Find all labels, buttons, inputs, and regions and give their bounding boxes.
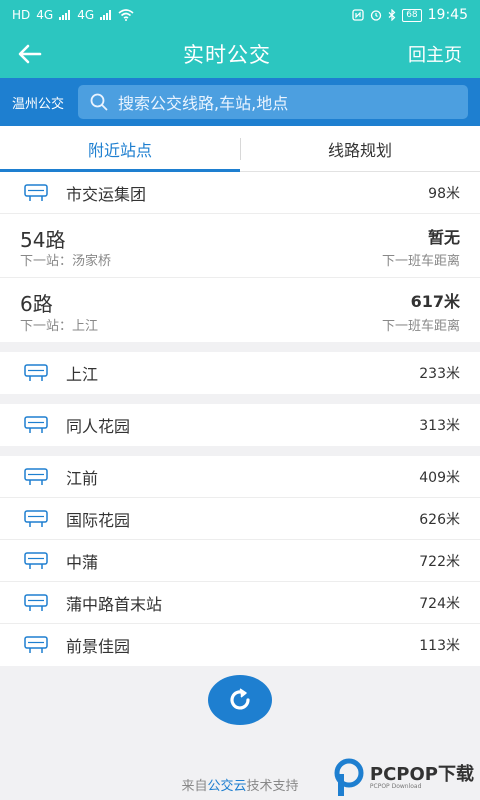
- status-left: HD 4G 4G: [12, 8, 134, 22]
- stop-name: 市交运集团: [66, 184, 147, 204]
- route-item[interactable]: 6路 下一站：上江 617米 下一班车距离: [0, 278, 480, 342]
- watermark-subtext: PCPOP Download: [369, 783, 422, 790]
- battery-icon: 68: [402, 8, 422, 22]
- bus-stop-icon: [24, 509, 48, 527]
- footer-highlight[interactable]: 公交云: [207, 779, 246, 794]
- list-item[interactable]: 国际花园 626米: [0, 498, 480, 540]
- stop-group: 上江 233米: [0, 352, 480, 394]
- tab-nearby-stops[interactable]: 附近站点: [0, 126, 240, 172]
- stop-group: 同人花园 313米: [0, 404, 480, 446]
- search-icon: [90, 93, 108, 111]
- refresh-button[interactable]: [208, 675, 272, 725]
- watermark-text: PCPOP下载: [369, 764, 474, 785]
- list-item[interactable]: 上江 233米: [0, 352, 480, 394]
- search-bar: 温州公交 搜索公交线路,车站,地点: [0, 78, 480, 126]
- network-label: HD: [12, 8, 31, 22]
- bus-stop-icon: [24, 416, 48, 433]
- back-button[interactable]: [18, 40, 46, 68]
- home-button[interactable]: 回主页: [408, 41, 462, 67]
- bus-stop-icon: [24, 551, 48, 569]
- watermark: PCPOP下载 PCPOP Download: [332, 758, 474, 798]
- bluetooth-icon: [388, 9, 396, 21]
- stop-name: 江前: [66, 468, 99, 488]
- stop-name: 蒲中路首末站: [66, 594, 163, 614]
- list-item[interactable]: 江前 409米: [0, 456, 480, 498]
- signal-icon: [59, 10, 71, 20]
- route-item[interactable]: 54路 下一站：汤家桥 暂无 下一班车距离: [0, 214, 480, 278]
- section-gap: [0, 342, 480, 352]
- page-title: 实时公交: [183, 43, 271, 67]
- section-gap: [0, 446, 480, 456]
- route-name: 54路: [20, 228, 66, 252]
- title-bar: 实时公交 回主页: [0, 30, 480, 78]
- status-right: 68 19:45: [352, 7, 468, 23]
- route-next-stop: 下一站：汤家桥: [20, 254, 112, 269]
- signal-icon: [100, 10, 112, 20]
- stop-distance: 722米: [419, 553, 460, 570]
- route-status: 617米: [410, 292, 460, 311]
- nfc-icon: [352, 9, 364, 21]
- section-gap: [0, 394, 480, 404]
- tab-route-planning[interactable]: 线路规划: [240, 126, 480, 171]
- tab-bar: 附近站点 线路规划: [0, 126, 480, 172]
- stop-name: 前景佳园: [66, 637, 131, 656]
- tab-divider: [240, 138, 241, 160]
- footer-prefix: 来自: [181, 779, 208, 794]
- signal-4g-label-2: 4G: [77, 8, 95, 22]
- stop-distance: 724米: [419, 595, 460, 612]
- stop-name: 中蒲: [66, 552, 99, 572]
- bus-stop-icon: [24, 593, 48, 611]
- status-bar: HD 4G 4G 68 19:45: [0, 0, 480, 30]
- arrow-left-icon: [18, 44, 42, 64]
- stop-distance: 313米: [419, 418, 460, 434]
- stop-distance: 409米: [419, 469, 460, 486]
- stop-name: 国际花园: [66, 510, 131, 530]
- route-status: 暂无: [427, 228, 460, 247]
- stop-group: 江前 409米 国际花园 626米 中蒲 722米 蒲中路首末站 724米 前景…: [0, 456, 480, 666]
- search-placeholder: 搜索公交线路,车站,地点: [118, 94, 289, 113]
- list-item[interactable]: 中蒲 722米: [0, 540, 480, 582]
- bus-stop-icon: [24, 364, 48, 381]
- bus-stop-icon: [24, 467, 48, 485]
- pcpop-logo-icon: [334, 758, 364, 796]
- bus-stop-icon: [24, 636, 48, 653]
- search-input[interactable]: 搜索公交线路,车站,地点: [78, 85, 468, 119]
- status-time: 19:45: [427, 7, 468, 23]
- stop-distance: 113米: [419, 638, 460, 654]
- refresh-icon: [230, 688, 250, 710]
- signal-4g-label-1: 4G: [36, 8, 54, 22]
- bus-stop-icon: [24, 183, 48, 201]
- route-hint: 下一班车距离: [381, 254, 460, 269]
- footer-suffix: 技术支持: [246, 779, 299, 794]
- stop-name: 同人花园: [66, 417, 131, 436]
- stop-group: 市交运集团 98米 54路 下一站：汤家桥 暂无 下一班车距离 6路 下一站：上…: [0, 172, 480, 342]
- wifi-icon: [118, 9, 134, 21]
- list-item[interactable]: 市交运集团 98米: [0, 172, 480, 214]
- stop-distance: 233米: [419, 366, 460, 382]
- route-hint: 下一班车距离: [381, 319, 460, 334]
- list-item[interactable]: 同人花园 313米: [0, 404, 480, 446]
- city-selector[interactable]: 温州公交: [12, 93, 64, 112]
- stop-name: 上江: [66, 365, 99, 384]
- alarm-icon: [371, 10, 382, 21]
- stop-distance: 626米: [419, 511, 460, 528]
- route-next-stop: 下一站：上江: [20, 319, 99, 334]
- stop-distance: 98米: [428, 185, 460, 202]
- route-name: 6路: [20, 292, 53, 316]
- list-item[interactable]: 前景佳园 113米: [0, 624, 480, 666]
- list-item[interactable]: 蒲中路首末站 724米: [0, 582, 480, 624]
- nearby-stops-list: 市交运集团 98米 54路 下一站：汤家桥 暂无 下一班车距离 6路 下一站：上…: [0, 172, 480, 666]
